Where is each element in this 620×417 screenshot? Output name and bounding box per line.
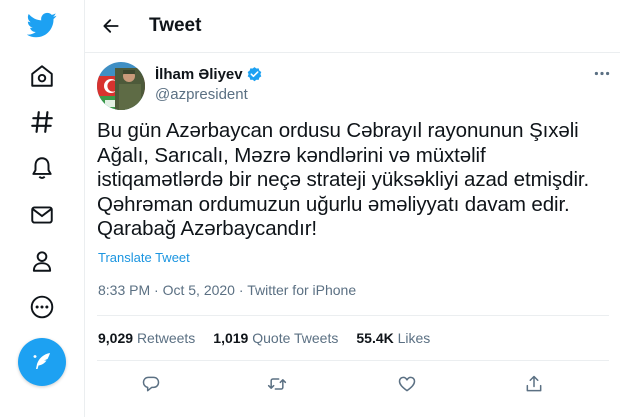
tweet-time[interactable]: 8:33 PM	[98, 282, 150, 298]
likes-count: 55.4K	[356, 330, 394, 346]
more-options-button[interactable]	[592, 66, 612, 80]
retweet-button[interactable]	[265, 372, 289, 396]
explore-hashtag-icon[interactable]	[24, 104, 60, 140]
tweet-text: Bu gün Azərbaycan ordusu Cəbrayıl rayonu…	[97, 119, 590, 240]
likes-label: Likes	[397, 330, 431, 346]
more-circle-icon[interactable]	[24, 289, 60, 325]
divider	[97, 360, 609, 361]
like-button[interactable]	[395, 372, 419, 396]
retweets-label: Retweets	[136, 330, 196, 346]
page-title: Tweet	[149, 15, 202, 36]
back-arrow-icon	[103, 19, 119, 33]
messages-envelope-icon[interactable]	[24, 197, 60, 233]
verified-badge-icon	[247, 67, 261, 82]
heart-icon	[398, 376, 416, 392]
tweet-meta: 8:33 PM · Oct 5, 2020 · Twitter for iPho…	[98, 282, 356, 298]
translate-tweet-link[interactable]: Translate Tweet	[98, 250, 190, 265]
compose-tweet-button[interactable]	[18, 338, 66, 386]
quotes-count: 1,019	[213, 330, 249, 346]
twitter-logo-icon[interactable]	[24, 7, 60, 43]
sidebar-nav	[0, 0, 84, 417]
home-icon[interactable]	[24, 58, 60, 94]
avatar[interactable]	[97, 62, 145, 110]
meta-separator: ·	[238, 282, 244, 298]
divider	[97, 315, 609, 316]
author-handle[interactable]: @azpresident	[155, 86, 248, 103]
retweet-icon	[267, 378, 287, 390]
compose-tweet-icon	[33, 353, 50, 369]
profile-icon[interactable]	[24, 243, 60, 279]
quote-tweets-stat[interactable]: 1,019 Quote Tweets	[213, 330, 338, 346]
likes-stat[interactable]: 55.4K Likes	[356, 330, 430, 346]
retweets-stat[interactable]: 9,029 Retweets	[98, 330, 195, 346]
tweet-author: İlham Əliyev @azpresident	[97, 62, 612, 112]
page-header: Tweet	[85, 0, 620, 53]
meta-separator: ·	[154, 282, 159, 298]
share-icon	[526, 375, 542, 392]
notifications-bell-icon[interactable]	[24, 150, 60, 186]
tweet-date[interactable]: Oct 5, 2020	[163, 282, 235, 298]
author-name: İlham Əliyev	[155, 66, 243, 83]
quotes-label: Quote Tweets	[252, 330, 339, 346]
tweet-source[interactable]: Twitter for iPhone	[247, 282, 356, 298]
reply-button[interactable]	[139, 372, 163, 396]
tweet-stats: 9,029 Retweets 1,019 Quote Tweets 55.4K …	[98, 330, 448, 346]
back-button[interactable]	[99, 14, 123, 38]
share-button[interactable]	[522, 372, 546, 396]
reply-icon	[142, 376, 160, 392]
retweets-count: 9,029	[98, 330, 134, 346]
more-dots-icon	[594, 71, 610, 75]
author-name-row[interactable]: İlham Əliyev	[155, 66, 263, 83]
main-column: Tweet İlham Əliyev @azpresident Bu gün A…	[84, 0, 620, 417]
tweet-actions	[97, 372, 609, 396]
